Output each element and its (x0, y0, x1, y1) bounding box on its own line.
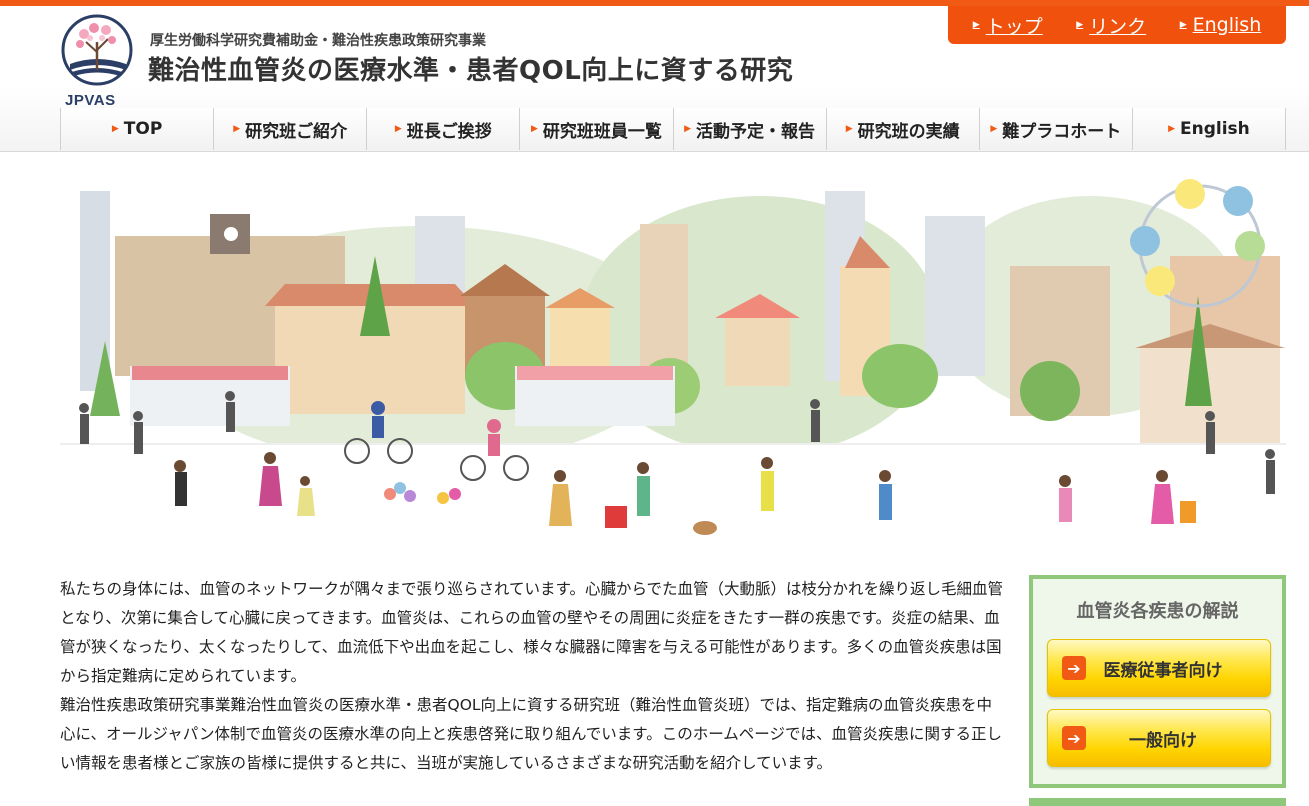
nav-item-label: 研究班ご紹介 (245, 121, 348, 142)
nav-item-label: 難プラコホート (1002, 121, 1122, 142)
intro-paragraph-1: 私たちの身体には、血管のネットワークが隅々まで張り巡らされています。心臓からでた… (60, 580, 1004, 685)
intro-paragraph-2: 難治性疾患政策研究事業難治性血管炎の医療水準・患者QOL向上に資する研究班（難治… (60, 696, 1002, 772)
chevron-right-icon: ▶ (972, 20, 980, 30)
nav-item-about[interactable]: ▶ 研究班ご紹介 (214, 108, 368, 150)
utility-nav: ▶ トップ ▶ リンク ▶ English (948, 6, 1286, 44)
chevron-right-icon: ▶ (233, 124, 241, 134)
sidebar-title: 血管炎各疾患の解説 (1076, 601, 1239, 622)
professional-button-label: 医療従事者向け (1103, 660, 1223, 681)
logo-text: JPVAS (65, 92, 116, 109)
arrow-right-icon: ➔ (1062, 656, 1086, 680)
util-link-english[interactable]: ▶ English (1180, 14, 1262, 36)
professional-button[interactable]: ➔ 医療従事者向け (1047, 639, 1271, 697)
arrow-right-icon: ➔ (1062, 726, 1086, 750)
chevron-right-icon: ▶ (1076, 20, 1084, 30)
chevron-right-icon: ▶ (990, 124, 998, 134)
nav-item-english[interactable]: ▶ English (1132, 108, 1286, 150)
nav-item-label: 研究班班員一覧 (542, 121, 662, 142)
util-link-label: トップ (985, 15, 1043, 38)
chevron-right-icon: ▶ (394, 124, 402, 134)
general-button-label: 一般向け (1129, 730, 1197, 751)
site-subtitle: 厚生労働科学研究費補助金・難治性疾患政策研究事業 (150, 33, 486, 49)
nav-item-label: 研究班の実績 (857, 121, 960, 142)
main-nav: ▶ TOP ▶ 研究班ご紹介 ▶ 班長ご挨拶 ▶ 研究班班員一覧 ▶ 活動予定・報告 ▶ 研… (60, 108, 1286, 150)
nav-item-label: TOP (123, 119, 163, 139)
general-button[interactable]: ➔ 一般向け (1047, 709, 1271, 767)
chevron-right-icon: ▶ (111, 124, 119, 134)
nav-item-greeting[interactable]: ▶ 班長ご挨拶 (367, 108, 521, 150)
nav-item-members[interactable]: ▶ 研究班班員一覧 (520, 108, 674, 150)
nav-item-cohort[interactable]: ▶ 難プラコホート (979, 108, 1133, 150)
site-title[interactable]: 難治性血管炎の医療水準・患者QOL向上に資する研究 (148, 50, 793, 87)
util-link-links[interactable]: ▶ リンク (1076, 12, 1146, 39)
disease-explanation-box: 血管炎各疾患の解説 ➔ 医療従事者向け ➔ 一般向け (1029, 575, 1286, 788)
util-link-label: リンク (1089, 15, 1147, 38)
intro-text: 私たちの身体には、血管のネットワークが隅々まで張り巡らされています。心臓からでた… (60, 575, 1004, 778)
hero-illustration (60, 176, 1286, 556)
util-link-label: English (1192, 14, 1262, 36)
nav-item-achievements[interactable]: ▶ 研究班の実績 (826, 108, 980, 150)
chevron-right-icon: ▶ (1168, 124, 1176, 134)
nav-item-label: English (1180, 119, 1250, 139)
chevron-right-icon: ▶ (1179, 20, 1187, 30)
nav-item-label: 活動予定・報告 (696, 121, 816, 142)
chevron-right-icon: ▶ (845, 124, 853, 134)
town-illustration (60, 179, 1286, 556)
util-link-top[interactable]: ▶ トップ (973, 12, 1043, 39)
chevron-right-icon: ▶ (684, 124, 692, 134)
nav-item-label: 班長ご挨拶 (406, 121, 492, 142)
nav-item-activities[interactable]: ▶ 活動予定・報告 (673, 108, 827, 150)
nav-item-top[interactable]: ▶ TOP (61, 108, 215, 150)
sidebar-next-box-edge (1029, 798, 1286, 806)
chevron-right-icon: ▶ (530, 124, 538, 134)
